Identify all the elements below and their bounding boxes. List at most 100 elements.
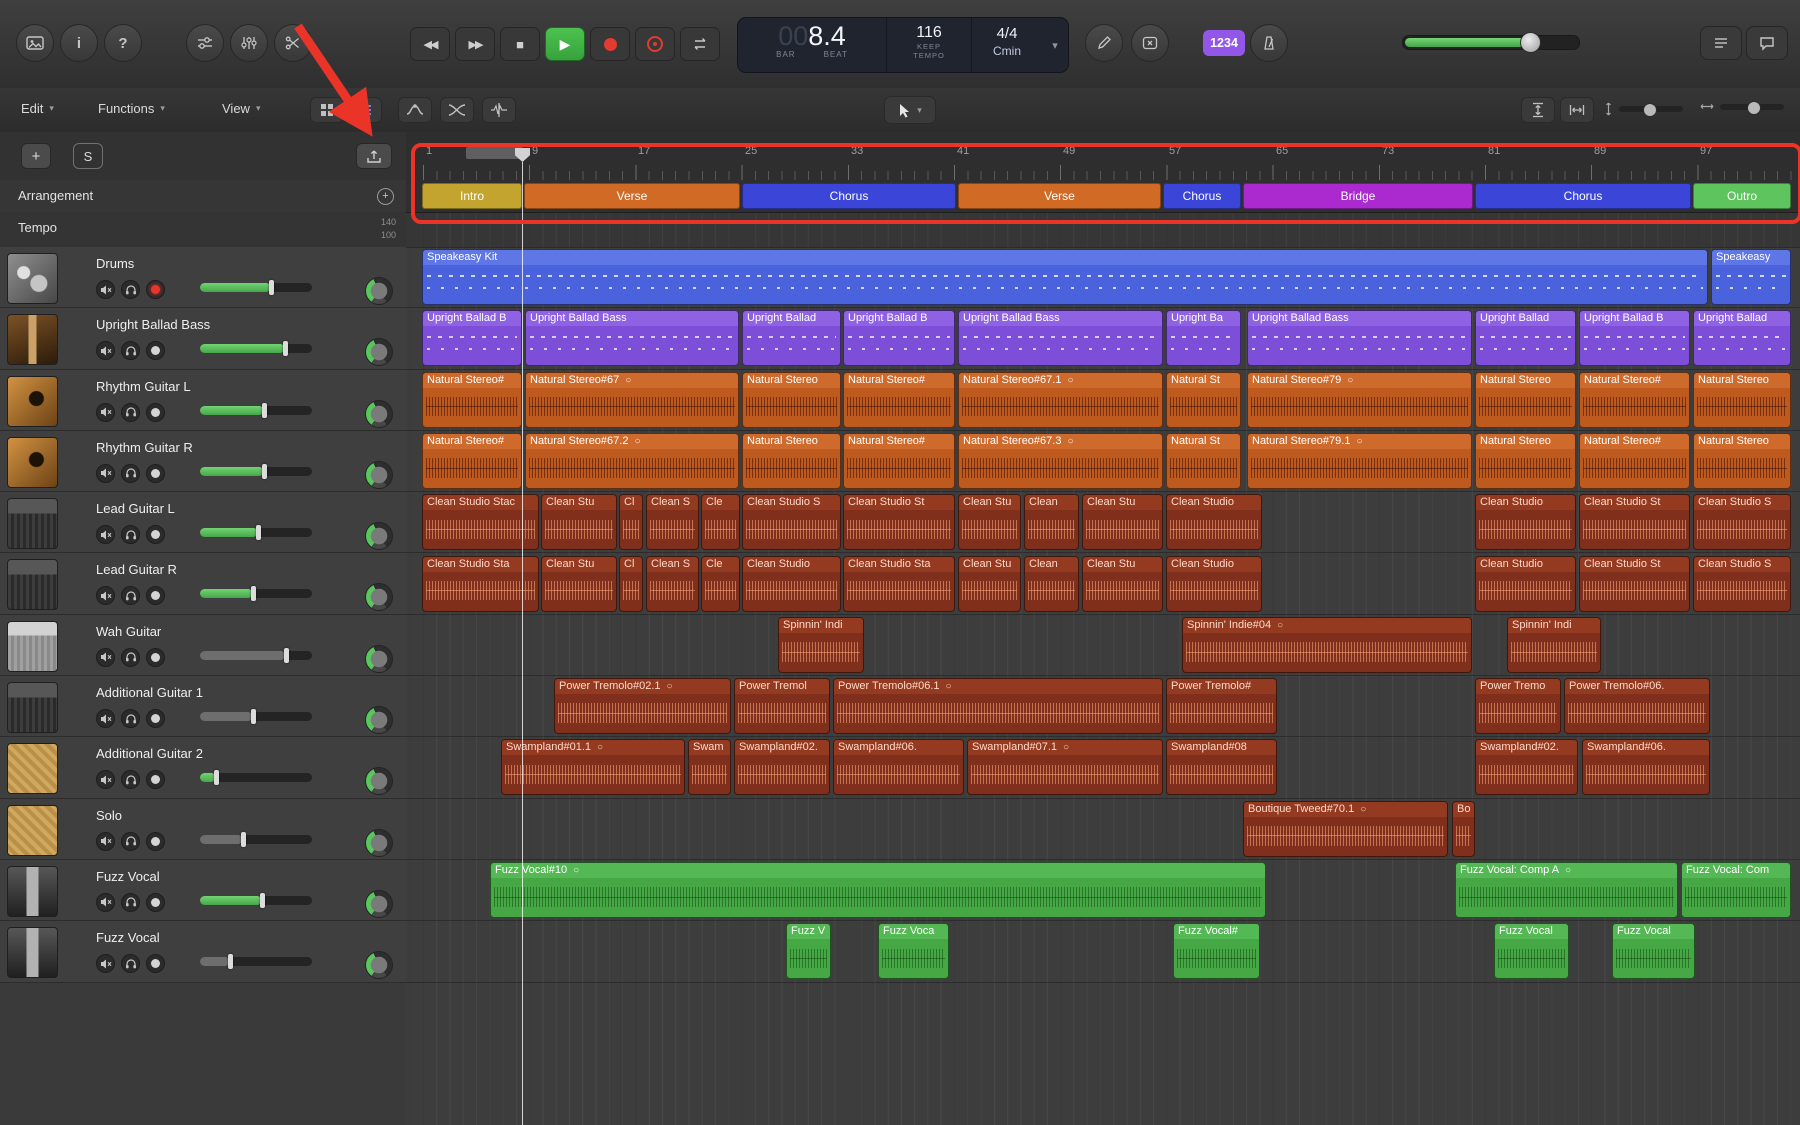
horizontal-auto-zoom-button[interactable] [1560, 97, 1594, 123]
region[interactable]: Fuzz Vocal# [1173, 923, 1260, 979]
volume-slider[interactable] [200, 406, 312, 415]
smart-controls-button[interactable] [186, 24, 224, 62]
region[interactable]: Clean Studio S [742, 494, 841, 550]
pan-knob[interactable] [365, 890, 393, 918]
rewind-button[interactable]: ◀◀ [410, 27, 450, 61]
hide-global-tracks-button[interactable] [356, 143, 392, 169]
region[interactable]: Natural Stereo# [843, 433, 955, 489]
volume-handle[interactable] [228, 954, 233, 969]
region[interactable]: Swampland#02. [734, 739, 830, 795]
volume-slider[interactable] [200, 835, 312, 844]
region[interactable]: Clean Stu [541, 494, 617, 550]
track-header[interactable]: Fuzz Vocal [0, 860, 406, 921]
collaboration-button[interactable] [1746, 26, 1788, 60]
vertical-zoom-track[interactable] [1619, 106, 1683, 112]
region[interactable]: Natural St [1166, 372, 1241, 428]
mute-button[interactable] [96, 586, 115, 605]
track-header[interactable]: Solo [0, 799, 406, 860]
pan-knob[interactable] [365, 400, 393, 428]
region[interactable]: Cle [701, 494, 740, 550]
mute-button[interactable] [96, 280, 115, 299]
region[interactable]: Power Tremolo#06.1○ [833, 678, 1163, 734]
region[interactable]: Clean Studio [1166, 556, 1262, 612]
mixer-button[interactable] [230, 24, 268, 62]
region[interactable]: Fuzz Voca [878, 923, 949, 979]
solo-button[interactable] [121, 403, 140, 422]
region[interactable]: Clean [1024, 494, 1079, 550]
region[interactable]: Spinnin' Indie#04○ [1182, 617, 1472, 673]
region[interactable]: Natural Stereo#79.1○ [1247, 433, 1472, 489]
track-header[interactable]: Rhythm Guitar L [0, 370, 406, 431]
track-header[interactable]: Wah Guitar [0, 615, 406, 676]
region[interactable]: Natural Stereo#67.3○ [958, 433, 1163, 489]
record-enable-button[interactable] [146, 832, 165, 851]
region[interactable]: Upright Ballad [742, 310, 841, 366]
solo-button[interactable] [121, 280, 140, 299]
pointer-tool-button[interactable]: ▾ [884, 96, 936, 124]
mute-button[interactable] [96, 403, 115, 422]
record-enable-button[interactable] [146, 403, 165, 422]
region[interactable]: Clean Stu [541, 556, 617, 612]
arrangement-marker-outro[interactable]: Outro [1693, 183, 1791, 209]
cycle-region[interactable] [466, 147, 523, 159]
region[interactable]: Clean Stu [958, 556, 1021, 612]
grid-view-button[interactable] [310, 97, 344, 123]
region[interactable]: Clean Stu [1082, 556, 1163, 612]
region[interactable]: Natural Stereo# [1579, 372, 1690, 428]
region[interactable]: Natural Stereo [742, 372, 841, 428]
volume-slider[interactable] [200, 651, 312, 660]
pan-knob[interactable] [365, 277, 393, 305]
region[interactable]: Natural Stereo#67○ [525, 372, 739, 428]
region[interactable]: Fuzz Vocal#10○ [490, 862, 1266, 918]
master-volume-slider[interactable] [1402, 35, 1580, 50]
solo-button[interactable] [121, 464, 140, 483]
volume-handle[interactable] [251, 586, 256, 601]
arrangement-track-header[interactable]: Arrangement + [0, 180, 406, 213]
tuner-button[interactable] [1085, 24, 1123, 62]
split-tool-button[interactable] [482, 97, 516, 123]
add-arrangement-marker-button[interactable]: + [377, 188, 394, 205]
volume-slider[interactable] [200, 344, 312, 353]
region[interactable]: Fuzz Vocal [1612, 923, 1695, 979]
horizontal-zoom-knob[interactable] [1747, 101, 1761, 115]
region[interactable]: Clean Studio Sta [843, 556, 955, 612]
region[interactable]: Swam [688, 739, 731, 795]
pan-knob[interactable] [365, 951, 393, 979]
list-view-button[interactable] [348, 97, 382, 123]
record-enable-button[interactable] [146, 586, 165, 605]
volume-handle[interactable] [260, 893, 265, 908]
region[interactable]: Clean [1024, 556, 1079, 612]
region[interactable]: Natural Stereo#79○ [1247, 372, 1472, 428]
region[interactable]: Boutique Tweed#70.1○ [1243, 801, 1448, 857]
region[interactable]: Clean Studio S [1693, 494, 1791, 550]
region[interactable]: Cl [619, 556, 643, 612]
track-header[interactable]: Lead Guitar R [0, 553, 406, 614]
region[interactable]: Cl [619, 494, 643, 550]
solo-mode-button[interactable]: S [73, 143, 103, 169]
region[interactable]: Clean Studio St [843, 494, 955, 550]
no-input-button[interactable] [1131, 24, 1169, 62]
solo-button[interactable] [121, 586, 140, 605]
region[interactable]: Fuzz Vocal: Comp A○ [1455, 862, 1678, 918]
volume-handle[interactable] [256, 525, 261, 540]
arrangement-marker-verse[interactable]: Verse [524, 183, 740, 209]
arrangement-marker-intro[interactable]: Intro [422, 183, 522, 209]
region[interactable]: Clean Studio S [1693, 556, 1791, 612]
region[interactable]: Clean S [646, 556, 699, 612]
horizontal-zoom-track[interactable] [1720, 104, 1784, 110]
region[interactable]: Swampland#02. [1475, 739, 1578, 795]
mute-button[interactable] [96, 648, 115, 667]
solo-button[interactable] [121, 525, 140, 544]
solo-button[interactable] [121, 341, 140, 360]
region[interactable]: Natural Stereo# [1579, 433, 1690, 489]
volume-handle[interactable] [262, 464, 267, 479]
region[interactable]: Spinnin' Indi [1507, 617, 1601, 673]
track-header[interactable]: Lead Guitar L [0, 492, 406, 553]
bar-ruler[interactable]: 191725334149576573818997 [406, 132, 1800, 181]
region[interactable]: Upright Ballad Bass [1247, 310, 1472, 366]
region[interactable]: Spinnin' Indi [778, 617, 864, 673]
region[interactable]: Upright Ballad B [1579, 310, 1690, 366]
region[interactable]: Clean Stu [958, 494, 1021, 550]
tempo-track-header[interactable]: Tempo 140 100 [0, 212, 406, 248]
volume-handle[interactable] [269, 280, 274, 295]
